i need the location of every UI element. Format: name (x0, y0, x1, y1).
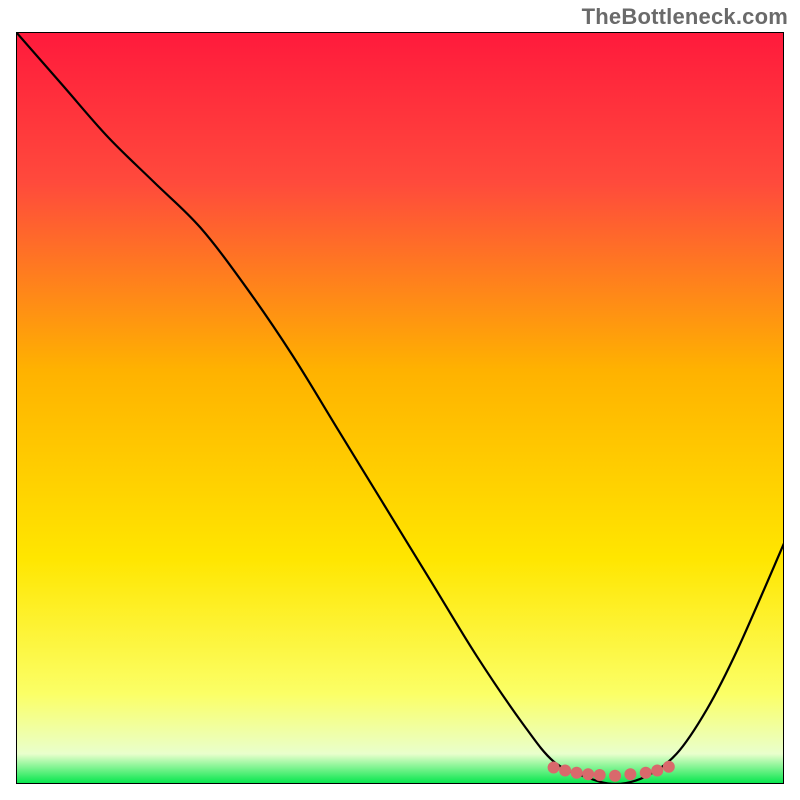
optimum-marker (663, 761, 674, 772)
bottleneck-chart (16, 32, 784, 784)
optimum-marker (583, 769, 594, 780)
optimum-marker (652, 765, 663, 776)
optimum-marker (610, 770, 621, 781)
optimum-marker (625, 769, 636, 780)
watermark-label: TheBottleneck.com (582, 4, 788, 30)
chart-frame: TheBottleneck.com (0, 0, 800, 800)
optimum-marker (560, 765, 571, 776)
optimum-marker (594, 769, 605, 780)
optimum-marker (571, 767, 582, 778)
optimum-marker (640, 767, 651, 778)
gradient-background (16, 32, 784, 784)
plot-area (16, 32, 784, 784)
optimum-marker (548, 762, 559, 773)
